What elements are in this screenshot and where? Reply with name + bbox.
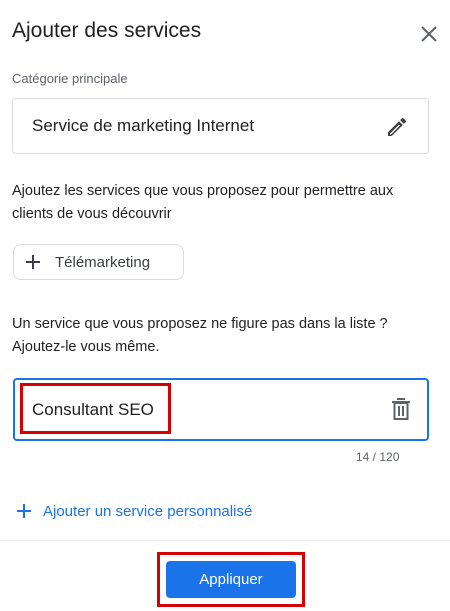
apply-button[interactable]: Appliquer	[166, 561, 296, 598]
delete-service-button[interactable]	[390, 397, 412, 421]
primary-category-value: Service de marketing Internet	[32, 116, 255, 135]
custom-service-helper-text: Un service que vous proposez ne figure p…	[12, 316, 388, 355]
service-chip-telemarketing[interactable]: Télémarketing	[13, 244, 184, 280]
dialog-title: Ajouter des services	[12, 19, 202, 42]
suggestions-helper-text: Ajoutez les services que vous proposez p…	[12, 183, 394, 222]
add-custom-service-label: Ajouter un service personnalisé	[43, 502, 253, 520]
add-custom-service-link[interactable]: Ajouter un service personnalisé	[12, 500, 252, 522]
plus-icon	[24, 252, 42, 272]
plus-icon	[15, 502, 33, 520]
service-chip-label: Télémarketing	[55, 254, 151, 271]
footer-divider	[0, 540, 450, 541]
primary-category-field[interactable]: Service de marketing Internet	[12, 98, 429, 154]
close-icon	[421, 26, 437, 42]
pencil-icon	[388, 117, 407, 136]
custom-service-value: Consultant SEO	[32, 400, 154, 419]
primary-category-label: Catégorie principale	[12, 71, 128, 86]
character-counter: 14 / 120	[356, 450, 400, 464]
edit-category-button[interactable]	[385, 115, 409, 139]
trash-icon	[392, 398, 410, 420]
close-button[interactable]	[417, 22, 441, 46]
